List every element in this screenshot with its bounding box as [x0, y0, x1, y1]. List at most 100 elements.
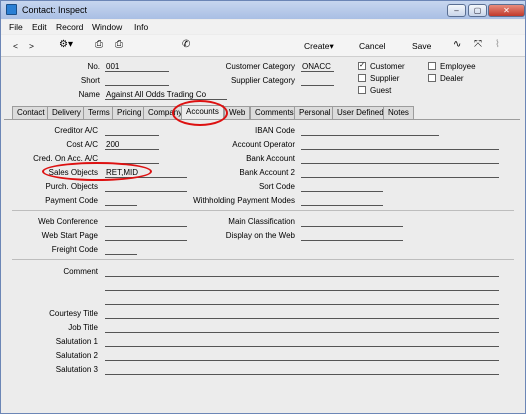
- no-field[interactable]: 001: [105, 62, 169, 72]
- cancel-button[interactable]: Cancel: [359, 41, 385, 51]
- tab-divider: [4, 119, 520, 120]
- creditor-ac-field[interactable]: [105, 126, 159, 136]
- gear-icon[interactable]: ⚙▾: [59, 39, 73, 50]
- withholding-field[interactable]: [301, 196, 383, 206]
- name-label: Name: [78, 90, 100, 99]
- customer-category-field[interactable]: ONACC: [301, 62, 334, 72]
- maximize-button[interactable]: ▢: [468, 4, 487, 17]
- freight-code-label: Freight Code: [51, 245, 98, 254]
- short-label: Short: [80, 76, 100, 85]
- tab-comments[interactable]: Comments: [250, 106, 299, 119]
- main-classification-label: Main Classification: [228, 217, 295, 226]
- close-button[interactable]: ✕: [488, 4, 525, 17]
- tab-contact[interactable]: Contact: [12, 106, 50, 119]
- web-conference-field[interactable]: [105, 217, 187, 227]
- payment-code-field[interactable]: [105, 196, 137, 206]
- job-title-label: Job Title: [68, 323, 98, 332]
- salutation-1-field[interactable]: [105, 337, 499, 347]
- supplier-checkbox[interactable]: [358, 74, 366, 82]
- short-field[interactable]: [105, 76, 169, 86]
- tab-personal[interactable]: Personal: [294, 106, 336, 119]
- comment-field-line-2[interactable]: [105, 281, 499, 291]
- customer-checkbox[interactable]: ✓: [358, 62, 366, 70]
- save-button[interactable]: Save: [412, 41, 431, 51]
- section-divider: [12, 210, 514, 211]
- phone-icon[interactable]: ✆: [182, 39, 190, 50]
- cost-ac-label: Cost A/C: [66, 140, 98, 149]
- sort-code-field[interactable]: [301, 182, 383, 192]
- courtesy-title-field[interactable]: [105, 309, 499, 319]
- tab-notes[interactable]: Notes: [383, 106, 414, 119]
- employee-checkbox-label: Employee: [440, 62, 476, 71]
- customer-category-label: Customer Category: [225, 62, 295, 71]
- main-classification-field[interactable]: [301, 217, 403, 227]
- cost-ac-field[interactable]: 200: [105, 140, 159, 150]
- withholding-label: Withholding Payment Modes: [193, 196, 295, 205]
- comment-field[interactable]: [105, 267, 499, 277]
- guest-checkbox-label: Guest: [370, 86, 392, 95]
- bank-account-2-field[interactable]: [301, 168, 499, 178]
- window-title: Contact: Inspect: [22, 5, 88, 15]
- print-preview-icon[interactable]: ⎙: [115, 39, 123, 50]
- attachment-icon[interactable]: ⌇: [495, 39, 500, 50]
- payment-code-label: Payment Code: [45, 196, 98, 205]
- create-button[interactable]: Create▾: [304, 41, 334, 52]
- freight-code-field[interactable]: [105, 245, 137, 255]
- display-on-web-field[interactable]: [301, 231, 403, 241]
- tab-pricing[interactable]: Pricing: [112, 106, 147, 119]
- comment-label: Comment: [63, 267, 98, 276]
- menu-record[interactable]: Record: [56, 22, 83, 32]
- bank-account-label: Bank Account: [246, 154, 295, 163]
- purch-objects-label: Purch. Objects: [45, 182, 98, 191]
- menu-info[interactable]: Info: [134, 22, 148, 32]
- app-icon: [6, 4, 17, 15]
- web-start-page-field[interactable]: [105, 231, 187, 241]
- courtesy-title-label: Courtesy Title: [49, 309, 98, 318]
- name-field[interactable]: Against All Odds Trading Co: [105, 90, 227, 100]
- salutation-3-field[interactable]: [105, 365, 499, 375]
- minimize-button[interactable]: –: [447, 4, 466, 17]
- account-operator-field[interactable]: [301, 140, 499, 150]
- purch-objects-field[interactable]: [105, 182, 187, 192]
- back-button[interactable]: <: [13, 41, 18, 51]
- accounts-tab-highlight: [172, 100, 228, 126]
- dealer-checkbox-label: Dealer: [440, 74, 464, 83]
- sort-code-label: Sort Code: [258, 182, 295, 191]
- account-operator-label: Account Operator: [232, 140, 295, 149]
- tab-user-defined[interactable]: User Defined: [332, 106, 389, 119]
- comment-field-line-3[interactable]: [105, 295, 499, 305]
- tab-delivery[interactable]: Delivery: [47, 106, 86, 119]
- no-label: No.: [87, 62, 100, 71]
- menu-bar: File Edit Record Window Info: [1, 20, 525, 34]
- bank-account-field[interactable]: [301, 154, 499, 164]
- guest-checkbox[interactable]: [358, 86, 366, 94]
- customer-checkbox-label: Customer: [370, 62, 405, 71]
- menu-edit[interactable]: Edit: [32, 22, 47, 32]
- printer-icon[interactable]: ⎙: [95, 39, 103, 50]
- job-title-field[interactable]: [105, 323, 499, 333]
- expand-icon[interactable]: ⤧: [474, 39, 482, 50]
- activity-icon[interactable]: ∿: [453, 39, 461, 50]
- supplier-category-field[interactable]: [301, 76, 334, 86]
- creditor-ac-label: Creditor A/C: [54, 126, 98, 135]
- iban-code-label: IBAN Code: [254, 126, 295, 135]
- dealer-checkbox[interactable]: [428, 74, 436, 82]
- section-divider-2: [12, 259, 514, 260]
- employee-checkbox[interactable]: [428, 62, 436, 70]
- salutation-1-label: Salutation 1: [55, 337, 98, 346]
- display-on-web-label: Display on the Web: [225, 231, 295, 240]
- bank-account-2-label: Bank Account 2: [239, 168, 295, 177]
- title-bar: Contact: Inspect – ▢ ✕: [1, 1, 525, 19]
- menu-window[interactable]: Window: [92, 22, 122, 32]
- web-start-page-label: Web Start Page: [41, 231, 98, 240]
- salutation-2-label: Salutation 2: [55, 351, 98, 360]
- menu-file[interactable]: File: [9, 22, 23, 32]
- salutation-2-field[interactable]: [105, 351, 499, 361]
- supplier-category-label: Supplier Category: [230, 76, 295, 85]
- forward-button[interactable]: >: [29, 41, 34, 51]
- toolbar: < > ⚙▾ ⎙ ⎙ ✆ Create▾ Cancel Save ∿ ⤧ ⌇: [1, 35, 525, 57]
- iban-code-field[interactable]: [301, 126, 439, 136]
- web-conference-label: Web Conference: [38, 217, 98, 226]
- supplier-checkbox-label: Supplier: [370, 74, 400, 83]
- tab-terms[interactable]: Terms: [83, 106, 115, 119]
